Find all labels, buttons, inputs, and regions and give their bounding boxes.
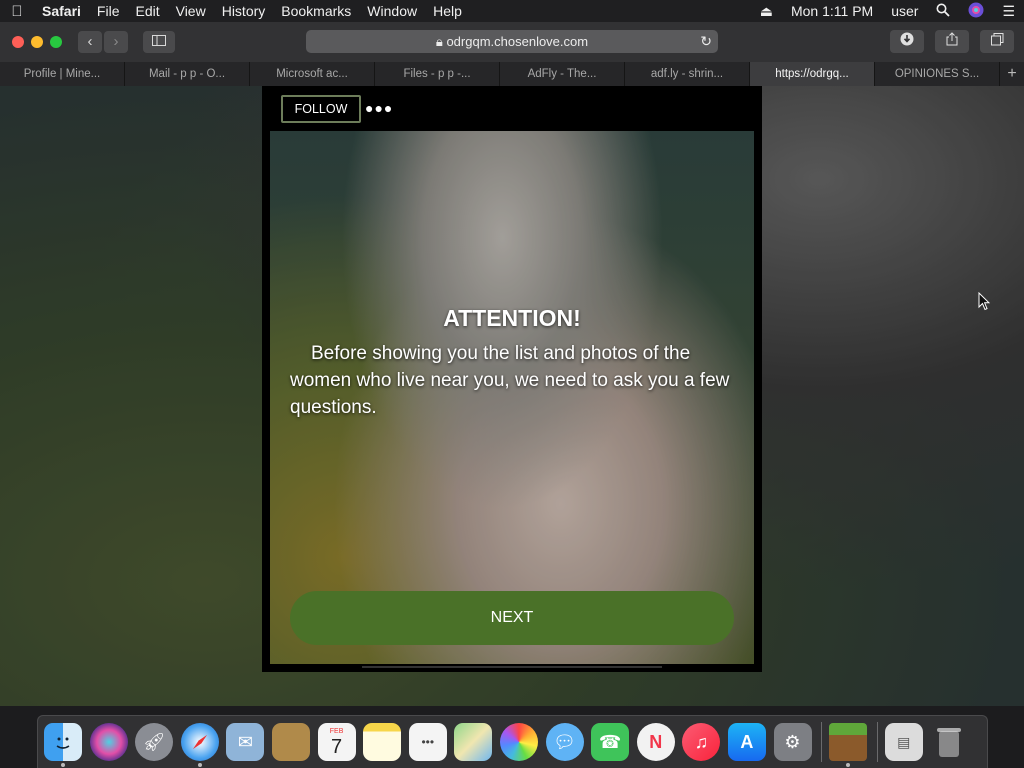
zoom-window-button[interactable] xyxy=(50,36,62,48)
menu-view[interactable]: View xyxy=(168,3,214,19)
search-icon[interactable] xyxy=(927,3,959,20)
apple-icon[interactable]:  xyxy=(0,3,34,20)
siri-icon[interactable] xyxy=(959,2,993,21)
tab-opiniones[interactable]: OPINIONES S... xyxy=(875,62,1000,86)
tab-profile[interactable]: Profile | Mine... xyxy=(0,62,125,86)
attention-message: Before showing you the list and photos o… xyxy=(290,343,730,418)
menu-bookmarks[interactable]: Bookmarks xyxy=(273,3,359,19)
new-tab-button[interactable]: + xyxy=(1000,62,1024,86)
menu-window[interactable]: Window xyxy=(359,3,425,19)
tabs-icon xyxy=(990,33,1004,49)
address-url: odrgqm.chosenlove.com xyxy=(446,34,589,49)
tab-files[interactable]: Files - p p -... xyxy=(375,62,500,86)
download-icon xyxy=(900,32,914,49)
chevron-left-icon: ‹ xyxy=(87,33,93,50)
back-button[interactable]: ‹ xyxy=(78,31,102,53)
attention-heading: ATTENTION! xyxy=(443,305,581,331)
dock-mail-icon[interactable]: ✉ xyxy=(226,723,265,761)
dock-launchpad-icon[interactable]: 🚀︎ xyxy=(135,723,174,761)
dock-app-store-icon[interactable]: A xyxy=(727,723,766,761)
dock-separator xyxy=(876,722,878,762)
menu-app-name[interactable]: Safari xyxy=(34,3,89,19)
dock-minecraft-icon[interactable] xyxy=(829,723,868,767)
calendar-month: FEB xyxy=(329,727,344,735)
downloads-button[interactable] xyxy=(890,30,924,53)
tab-adfly[interactable]: AdFly - The... xyxy=(500,62,625,86)
dock-separator xyxy=(821,722,823,762)
dock: 🚀︎ ✉ FEB 7 ••• 💬︎ ☎ N ♫ A ⚙ ▤ xyxy=(37,715,988,768)
menu-edit[interactable]: Edit xyxy=(127,3,167,19)
forward-button[interactable]: › xyxy=(104,31,128,53)
dock-maps-icon[interactable] xyxy=(454,723,493,761)
quiz-modal: FOLLOW ●●● ATTENTION! Before showing you… xyxy=(262,86,762,672)
tab-mail[interactable]: Mail - p p - O... xyxy=(125,62,250,86)
plus-icon: + xyxy=(1007,65,1017,82)
tab-adfly-shrink[interactable]: adf.ly - shrin... xyxy=(625,62,750,86)
dock-photos-icon[interactable] xyxy=(499,723,538,761)
dock-messages-icon[interactable]: 💬︎ xyxy=(545,723,584,761)
dock-reminders-icon[interactable]: ••• xyxy=(408,723,447,761)
tab-bar: Profile | Mine... Mail - p p - O... Micr… xyxy=(0,62,1024,87)
dock-downloads-icon[interactable]: ▤ xyxy=(884,723,923,761)
dock-contacts-icon[interactable] xyxy=(271,723,310,761)
minimize-window-button[interactable] xyxy=(31,36,43,48)
reload-icon[interactable]: ↻ xyxy=(700,30,712,53)
lock-icon: 🔒︎ xyxy=(435,34,443,49)
progress-track xyxy=(362,666,662,668)
dock-music-icon[interactable]: ♫ xyxy=(682,723,721,761)
calendar-day: 7 xyxy=(331,735,343,758)
dock-facetime-icon[interactable]: ☎ xyxy=(591,723,630,761)
menu-file[interactable]: File xyxy=(89,3,128,19)
dock-safari-icon[interactable] xyxy=(180,723,219,767)
more-options-icon[interactable]: ●●● xyxy=(365,95,393,121)
share-button[interactable] xyxy=(935,30,969,53)
dock-calendar-icon[interactable]: FEB 7 xyxy=(317,723,356,761)
menu-help[interactable]: Help xyxy=(425,3,470,19)
sidebar-icon xyxy=(152,33,166,50)
browser-toolbar: ‹ › 🔒︎ odrgqm.chosenlove.com ↻ xyxy=(0,22,1024,62)
tab-overview-button[interactable] xyxy=(980,30,1014,53)
address-bar[interactable]: 🔒︎ odrgqm.chosenlove.com ↻ xyxy=(306,30,718,53)
clock[interactable]: Mon 1:11 PM xyxy=(782,3,882,19)
dock-trash-icon[interactable] xyxy=(930,723,968,761)
dock-notes-icon[interactable] xyxy=(363,723,402,761)
follow-button[interactable]: FOLLOW xyxy=(281,95,361,123)
tab-microsoft[interactable]: Microsoft ac... xyxy=(250,62,375,86)
mouse-cursor-icon xyxy=(978,291,991,314)
menu-bar:  Safari File Edit View History Bookmark… xyxy=(0,0,1024,22)
eject-icon[interactable]: ⏏ xyxy=(751,3,782,20)
sidebar-toggle-button[interactable] xyxy=(143,31,175,53)
dock-area: 🚀︎ ✉ FEB 7 ••• 💬︎ ☎ N ♫ A ⚙ ▤ xyxy=(0,706,1024,768)
close-window-button[interactable] xyxy=(12,36,24,48)
dock-system-preferences-icon[interactable]: ⚙ xyxy=(773,723,812,761)
user-menu[interactable]: user xyxy=(882,3,927,19)
dock-finder-icon[interactable] xyxy=(44,723,82,767)
chevron-right-icon: › xyxy=(113,33,119,50)
dock-siri-icon[interactable] xyxy=(89,723,128,761)
menu-history[interactable]: History xyxy=(214,3,274,19)
tab-active-odrgq[interactable]: https://odrgq... xyxy=(750,62,875,86)
dock-news-icon[interactable]: N xyxy=(636,723,675,761)
notification-center-icon[interactable]: ☰ xyxy=(993,3,1024,20)
share-icon xyxy=(946,32,958,49)
next-button[interactable]: NEXT xyxy=(290,591,734,645)
